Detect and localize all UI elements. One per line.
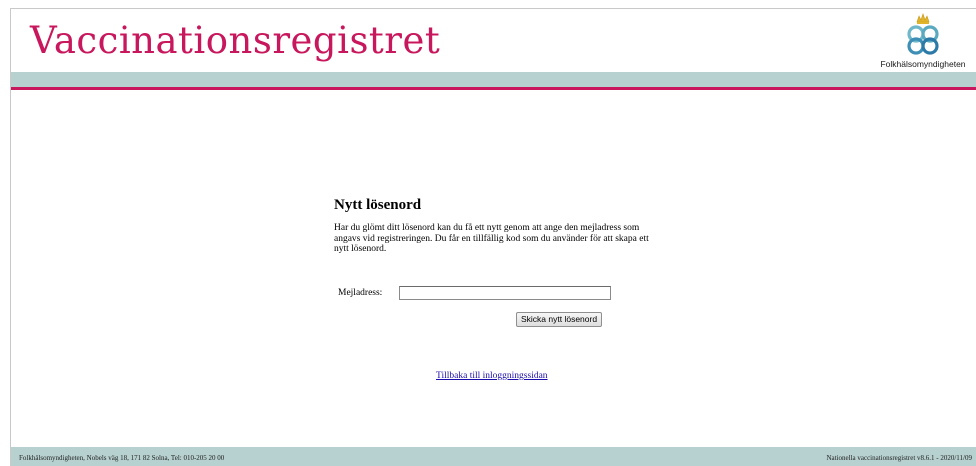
folkhalsomyndigheten-logo: Folkhälsomyndigheten (876, 12, 970, 72)
header-accent-line (11, 87, 976, 90)
footer-address: Folkhälsomyndigheten, Nobels väg 18, 171… (19, 454, 225, 462)
instructions-text: Har du glömt ditt lösenord kan du få ett… (334, 223, 649, 254)
page-heading: Nytt lösenord (334, 197, 422, 213)
email-label: Mejladress: (338, 288, 383, 298)
crown-rings-logo-icon (907, 13, 939, 55)
back-to-login-link[interactable]: Tillbaka till inloggningssidan (436, 371, 548, 381)
logo-text: Folkhälsomyndigheten (880, 59, 966, 69)
header: Vaccinationsregistret Folkhälsomyndighet… (11, 9, 976, 72)
email-form-row: Mejladress: (338, 286, 611, 300)
app-title: Vaccinationsregistret (30, 19, 441, 62)
send-new-password-button[interactable]: Skicka nytt lösenord (516, 312, 603, 327)
email-field[interactable] (399, 286, 611, 300)
header-band (11, 72, 976, 87)
reset-password-panel: Nytt lösenord Har du glömt ditt lösenord… (334, 196, 664, 255)
footer: Folkhälsomyndigheten, Nobels väg 18, 171… (11, 447, 976, 466)
footer-version: Nationella vaccinationsregistret v8.6.1 … (826, 454, 972, 462)
